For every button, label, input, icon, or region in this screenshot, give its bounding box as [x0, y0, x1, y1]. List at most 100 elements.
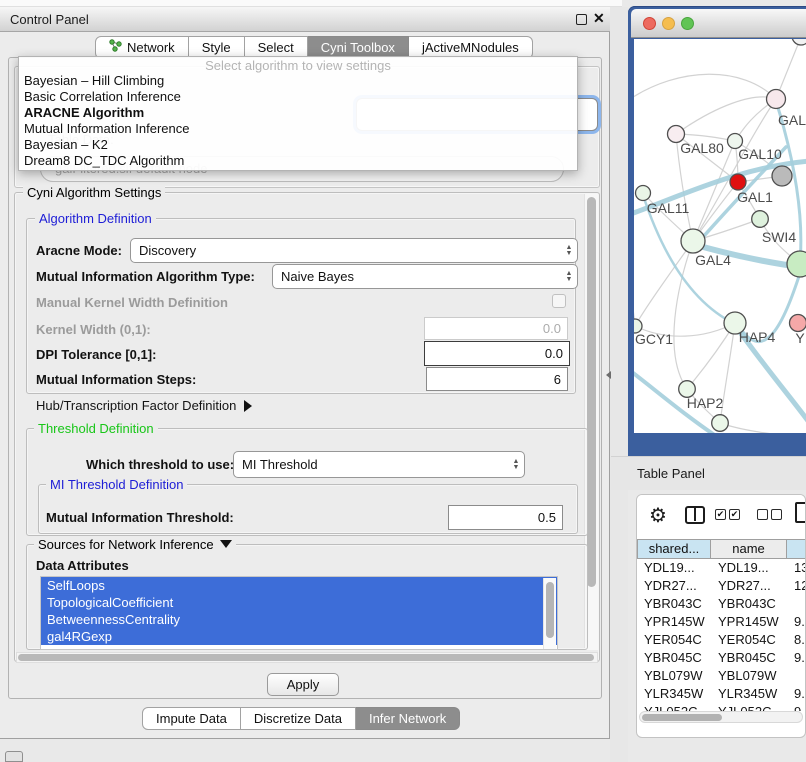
table-hscroll-thumb[interactable] — [642, 714, 722, 721]
network-node[interactable] — [792, 39, 806, 45]
network-node-y[interactable] — [790, 315, 806, 332]
mi-steps-field[interactable]: 6 — [426, 367, 568, 391]
table-row[interactable]: YER054CYER054C8. — [637, 631, 806, 649]
algorithm-dropdown-popup: Select algorithm to view settings Bayesi… — [18, 56, 578, 171]
column-header-name[interactable]: name — [711, 539, 787, 559]
network-node-swi4[interactable] — [752, 211, 769, 228]
network-node-gal4[interactable] — [681, 229, 705, 253]
unchecked-box-icon[interactable] — [757, 509, 768, 520]
table-cell: YJL052C — [637, 703, 711, 711]
network-node[interactable] — [772, 166, 792, 186]
attribute-item-topologicalcoefficient[interactable]: TopologicalCoefficient — [41, 594, 557, 611]
node-label-hap2: HAP2 — [687, 395, 724, 411]
split-view-icon[interactable] — [685, 506, 705, 524]
algorithm-option-bayesian-k2[interactable]: Bayesian – K2 — [19, 137, 577, 153]
unchecked-box-icon[interactable] — [771, 509, 782, 520]
which-threshold-label: Which threshold to use: — [86, 452, 234, 478]
settings-horizontal-scrollbar[interactable] — [16, 652, 598, 663]
tab-label: jActiveMNodules — [422, 37, 519, 58]
node-label-hap4: HAP4 — [739, 329, 776, 345]
algorithm-option-basic-correlation-inference[interactable]: Basic Correlation Inference — [19, 89, 577, 105]
table-cell: YBR045C — [637, 649, 711, 667]
splitter-handle-icon[interactable] — [606, 371, 611, 379]
manual-kernel-checkbox — [552, 294, 566, 308]
mi-threshold-field[interactable]: 0.5 — [448, 505, 563, 530]
application-root: Control Panel ✕ NetworkStyleSelectCyni T… — [0, 0, 806, 762]
mi-type-combo[interactable]: Naive Bayes ▲▼ — [272, 264, 578, 289]
table-row[interactable]: YPR145WYPR145W9. — [637, 613, 806, 631]
table-cell: YBR045C — [711, 649, 787, 667]
combo-arrows-icon: ▲▼ — [561, 245, 577, 256]
attributes-scroll-thumb[interactable] — [546, 582, 554, 638]
data-attributes-list[interactable]: SelfLoopsTopologicalCoefficientBetweenne… — [40, 576, 558, 650]
tab-infer-network[interactable]: Infer Network — [356, 707, 460, 730]
minimize-window-icon[interactable] — [662, 17, 675, 30]
tab-impute-data[interactable]: Impute Data — [142, 707, 241, 730]
algorithm-option-bayesian-hill-climbing[interactable]: Bayesian – Hill Climbing — [19, 73, 577, 89]
table-row[interactable]: YLR345WYLR345W9. — [637, 685, 806, 703]
tab-discretize-data[interactable]: Discretize Data — [241, 707, 356, 730]
float-panel-icon[interactable] — [576, 14, 587, 25]
panel-splitter[interactable] — [610, 7, 628, 762]
tab-label: Cyni Toolbox — [321, 37, 395, 58]
tab-label: Network — [127, 37, 175, 58]
mi-steps-label: Mutual Information Steps: — [36, 372, 196, 387]
apply-button[interactable]: Apply — [267, 673, 339, 696]
hub-definition-expander[interactable]: Hub/Transcription Factor Definition — [36, 398, 252, 413]
new-table-icon[interactable] — [795, 502, 806, 523]
algorithm-option-aracne-algorithm[interactable]: ARACNE Algorithm — [19, 105, 577, 121]
table-row[interactable]: YJL052CYJL052C9. — [637, 703, 806, 711]
node-label-gal11: GAL11 — [647, 200, 690, 216]
network-edge — [635, 241, 693, 326]
algorithm-option-dream8-dc-tdc-algorithm[interactable]: Dream8 DC_TDC Algorithm — [19, 153, 577, 169]
table-row[interactable]: YBR045CYBR045C9. — [637, 649, 806, 667]
table-horizontal-scrollbar[interactable] — [639, 711, 803, 723]
control-panel-title: Control Panel — [10, 7, 89, 32]
node-label-y: Y — [795, 330, 805, 346]
network-view-titlebar[interactable] — [631, 9, 806, 38]
table-row[interactable]: YBL079WYBL079W — [637, 667, 806, 685]
data-attributes-label: Data Attributes — [36, 558, 129, 573]
checked-box-icon[interactable]: ✔ — [715, 509, 726, 520]
tab-label: Style — [202, 37, 231, 58]
network-node[interactable] — [787, 251, 806, 277]
checked-box-icon[interactable]: ✔ — [729, 509, 740, 520]
table-row[interactable]: YDL19...YDL19...13 — [637, 559, 806, 577]
attribute-item-betweennesscentrality[interactable]: BetweennessCentrality — [41, 611, 557, 628]
table-cell: YBL079W — [637, 667, 711, 685]
minimized-panel-icon[interactable] — [5, 751, 23, 762]
algorithm-definition-title: Algorithm Definition — [35, 211, 156, 226]
node-label-gal: GAL — [778, 112, 806, 128]
table-row[interactable]: YDR27...YDR27...12 — [637, 577, 806, 595]
which-threshold-combo[interactable]: MI Threshold ▲▼ — [233, 451, 525, 478]
network-node-gal1[interactable] — [730, 174, 746, 190]
expanded-arrow-icon — [220, 540, 232, 548]
node-label-gal10: GAL10 — [738, 146, 782, 162]
aracne-mode-combo[interactable]: Discovery ▲▼ — [130, 238, 578, 263]
network-canvas[interactable]: GALGAL80GAL10GAL1GAL11SWI4GAL4GCY1HAP4YH… — [634, 39, 806, 433]
zoom-window-icon[interactable] — [681, 17, 694, 30]
table-row[interactable]: YBR043CYBR043C — [637, 595, 806, 613]
table-cell: YBR043C — [711, 595, 787, 613]
dpi-tolerance-field[interactable]: 0.0 — [424, 341, 570, 366]
combo-arrows-icon: ▲▼ — [561, 271, 577, 282]
attributes-vertical-scrollbar[interactable] — [543, 578, 556, 649]
table-cell: YDR27... — [637, 577, 711, 595]
gear-icon[interactable]: ⚙ — [649, 503, 667, 528]
attribute-item-selfloops[interactable]: SelfLoops — [41, 577, 557, 594]
table-cell: YJL052C — [711, 703, 787, 711]
column-header-shared[interactable]: shared... — [637, 539, 711, 559]
settings-hscroll-thumb[interactable] — [18, 654, 594, 661]
close-window-icon[interactable] — [643, 17, 656, 30]
network-node-gal[interactable] — [767, 90, 786, 109]
table-cell — [787, 667, 806, 685]
close-panel-icon[interactable]: ✕ — [593, 10, 605, 27]
table-toolbar: ⚙ ✔ ✔ — [637, 495, 805, 539]
column-header-2[interactable] — [787, 539, 806, 559]
aracne-mode-value: Discovery — [131, 243, 561, 258]
network-node-gal11[interactable] — [636, 186, 651, 201]
settings-scroll-thumb[interactable] — [587, 197, 596, 587]
attribute-item-gal4rgexp[interactable]: gal4RGexp — [41, 628, 557, 645]
algorithm-option-mutual-information-inference[interactable]: Mutual Information Inference — [19, 121, 577, 137]
network-node[interactable] — [712, 415, 729, 432]
